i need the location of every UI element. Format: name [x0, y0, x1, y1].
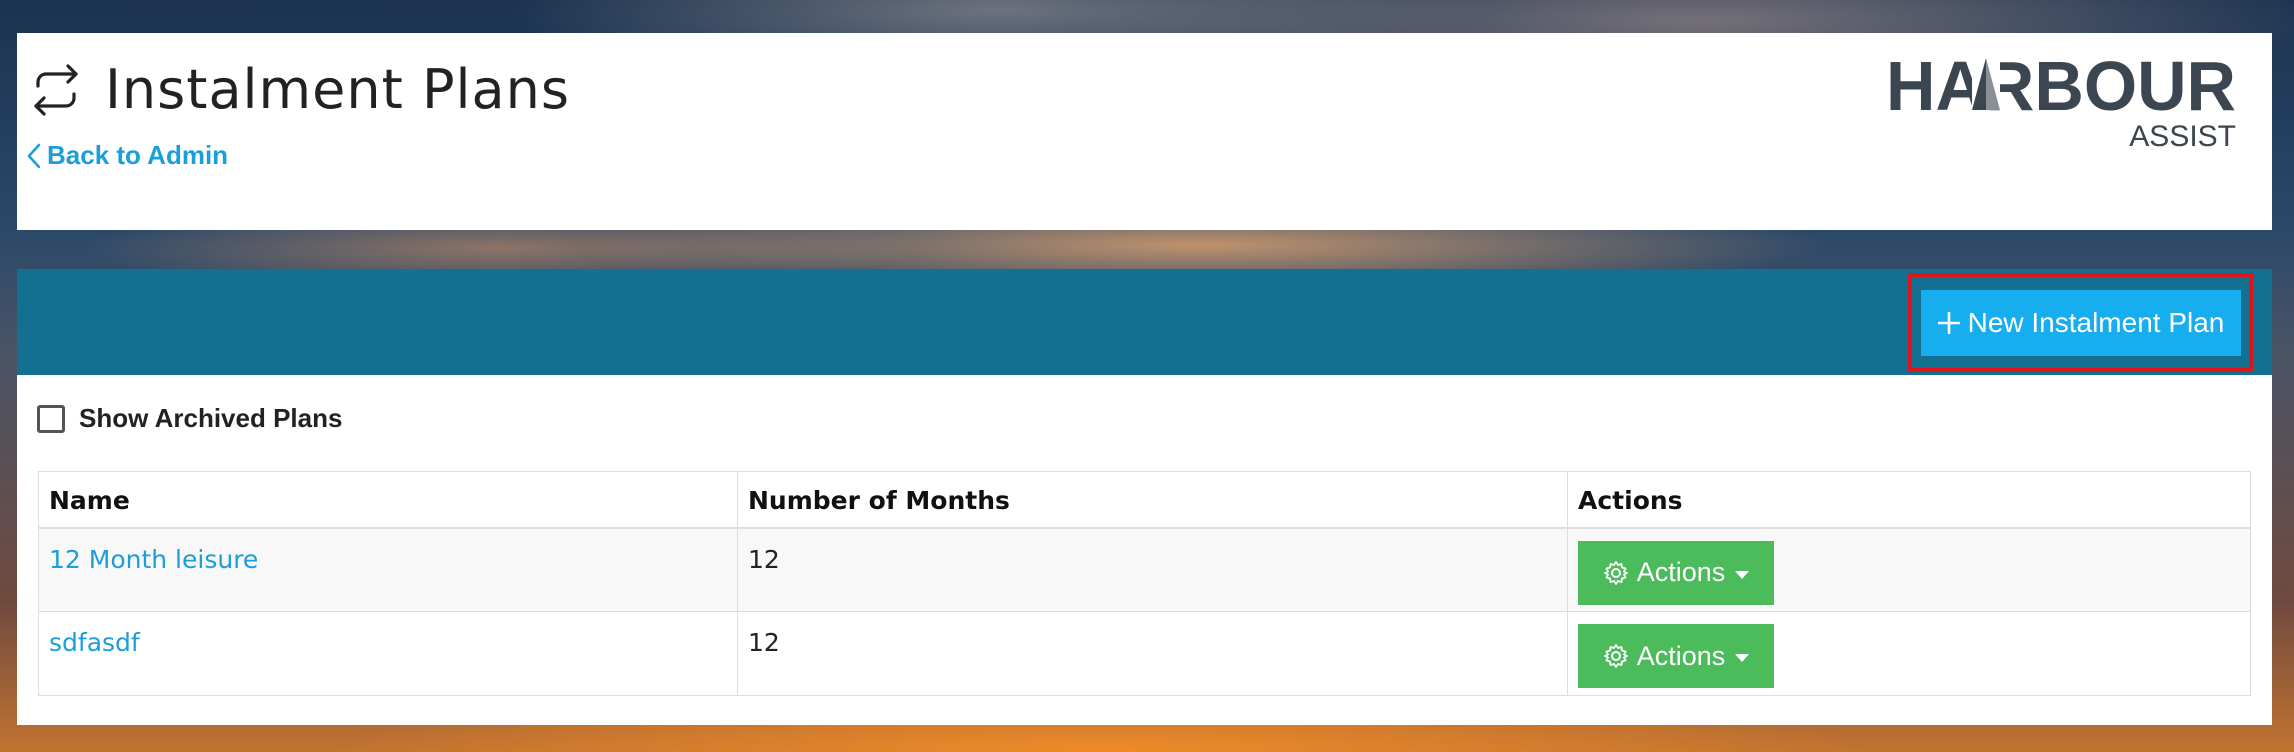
- column-header-actions: Actions: [1567, 471, 2251, 529]
- plan-name-cell: sdfasdf: [38, 611, 738, 696]
- table-row: 12 Month leisure 12 Actions: [38, 527, 2251, 612]
- caret-down-icon: [1735, 654, 1750, 662]
- gear-icon: [1603, 560, 1628, 585]
- table-header-row: Name Number of Months Actions: [38, 471, 2251, 529]
- page-title: Instalment Plans: [105, 58, 570, 121]
- plan-months-cell: 12: [737, 611, 1568, 696]
- table-row: sdfasdf 12 Actions: [38, 611, 2251, 696]
- show-archived-label: Show Archived Plans: [79, 403, 343, 433]
- actions-dropdown-button[interactable]: Actions: [1578, 624, 1774, 688]
- back-to-admin-link[interactable]: Back to Admin: [27, 140, 228, 171]
- harbour-assist-logo: HARBOUR HARBOUR ASSIST: [1886, 47, 2236, 153]
- plan-actions-cell: Actions: [1567, 527, 2251, 612]
- plan-name-link[interactable]: 12 Month leisure: [49, 545, 258, 574]
- plan-months-cell: 12: [737, 527, 1568, 612]
- plan-name-cell: 12 Month leisure: [38, 527, 738, 612]
- back-link-label: Back to Admin: [47, 140, 229, 170]
- column-header-months: Number of Months: [737, 471, 1568, 529]
- show-archived-checkbox[interactable]: [37, 404, 65, 433]
- actions-label: Actions: [1636, 557, 1726, 587]
- repeat-arrows-icon: [34, 64, 78, 116]
- new-plan-label: New Instalment Plan: [1967, 307, 2225, 338]
- gear-icon: [1603, 644, 1628, 668]
- plus-icon: [1937, 312, 1960, 334]
- chevron-left-icon: [27, 143, 41, 168]
- logo-brand: HARBOUR: [1886, 47, 2236, 125]
- show-archived-toggle[interactable]: Show Archived Plans: [37, 403, 342, 434]
- plan-name-link[interactable]: sdfasdf: [49, 628, 140, 657]
- plans-table: Name Number of Months Actions 12 Month l…: [38, 471, 2251, 696]
- actions-dropdown-button[interactable]: Actions: [1578, 540, 1774, 605]
- caret-down-icon: [1735, 570, 1750, 579]
- logo-sub: ASSIST: [2129, 120, 2236, 153]
- plan-actions-cell: Actions: [1567, 611, 2251, 696]
- new-instalment-plan-button[interactable]: New Instalment Plan: [1921, 290, 2241, 356]
- column-header-name: Name: [38, 471, 738, 529]
- actions-label: Actions: [1636, 640, 1726, 671]
